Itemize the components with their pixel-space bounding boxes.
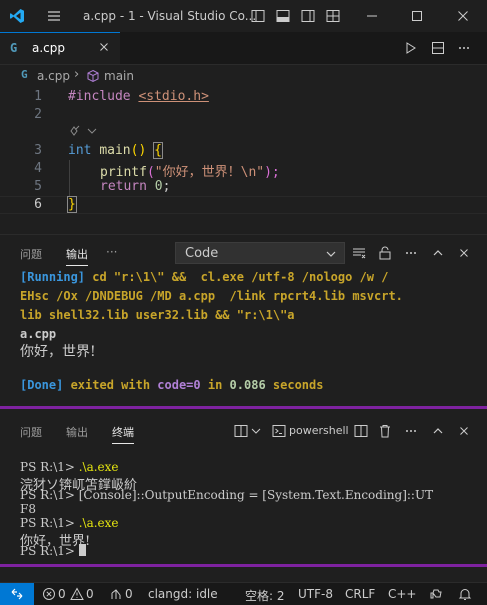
warning-count[interactable]: 0: [86, 587, 94, 601]
breadcrumb: G a.cpp › main: [0, 64, 487, 88]
cpp-file-icon: G: [10, 41, 18, 55]
terminal-line: PS R:\1> .\a.exe: [20, 460, 119, 474]
line-ending[interactable]: CRLF: [345, 587, 375, 601]
remote-indicator[interactable]: [0, 583, 34, 605]
tab-terminal[interactable]: 终端: [112, 424, 134, 444]
tab-output[interactable]: 输出: [66, 424, 88, 440]
tab-output[interactable]: 输出: [66, 246, 88, 266]
editor-tab-bar: G a.cpp: [0, 32, 487, 65]
line-number: 5: [34, 179, 42, 194]
notifications-bell-icon[interactable]: [458, 587, 472, 601]
customize-layout-icon[interactable]: [324, 7, 342, 25]
file-encoding[interactable]: UTF-8: [298, 587, 333, 601]
panel-sash-highlight[interactable]: [0, 406, 487, 409]
run-icon[interactable]: [402, 39, 420, 57]
output-line: [Running] cd "r:\1\" && cl.exe /utf-8 /n…: [20, 270, 389, 284]
terminal-content[interactable]: PS R:\1> .\a.exe 浣犲ソ锛屼笘鐣岋紒 PS R:\1> [Con…: [0, 460, 487, 565]
terminal-panel-header: 问题 输出 终端 powershell: [0, 418, 487, 444]
more-tabs-icon[interactable]: ···: [106, 245, 117, 259]
indent-guide: [69, 160, 70, 196]
chevron-down-icon: [324, 247, 338, 261]
copilot-sparkle-icon[interactable]: [68, 123, 102, 139]
output-line: EHsc /Ox /DNDEBUG /MD a.cpp /link rpcrt4…: [20, 289, 403, 303]
tab-label: a.cpp: [32, 41, 65, 55]
status-bar: 0 0 0 clangd: idle 空格: 2 UTF-8 CRLF C++: [0, 582, 487, 605]
close-panel-icon[interactable]: [455, 244, 473, 262]
code-editor[interactable]: 1 2 3 4 5 6 #include <stdio.h> int main(…: [0, 88, 487, 228]
tab-problems[interactable]: 问题: [20, 246, 42, 262]
indent-spaces[interactable]: 空格: 2: [245, 587, 285, 604]
line-number: 1: [34, 89, 42, 104]
close-panel-icon[interactable]: [455, 422, 473, 440]
terminal-line: F8: [20, 502, 36, 516]
line-number: 4: [34, 161, 42, 176]
cube-symbol-icon: [86, 69, 100, 83]
output-panel-header: 问题 输出 ··· Code: [0, 240, 487, 266]
code-line-3: int main() {: [68, 142, 163, 159]
split-pane-icon[interactable]: [352, 422, 370, 440]
split-editor-icon[interactable]: [429, 39, 447, 57]
terminal-line: PS R:\1>: [20, 544, 86, 558]
breadcrumb-file[interactable]: a.cpp: [37, 69, 70, 83]
maximize-panel-icon[interactable]: [429, 422, 447, 440]
code-line-5: return 0;: [100, 179, 171, 194]
warning-icon[interactable]: [70, 587, 84, 601]
chevron-right-icon: ›: [74, 67, 80, 82]
toggle-panel-icon[interactable]: [274, 7, 292, 25]
title-bar: a.cpp - 1 - Visual Studio Co...: [0, 0, 487, 32]
code-line-1: #include <stdio.h>: [68, 89, 209, 104]
more-actions-icon[interactable]: [455, 39, 473, 57]
language-mode[interactable]: C++: [388, 587, 417, 601]
ports-icon[interactable]: [109, 587, 123, 601]
select-value: Code: [185, 246, 219, 261]
terminal-line: PS R:\1> .\a.exe: [20, 516, 119, 530]
output-line: a.cpp: [20, 327, 57, 341]
feedback-icon[interactable]: [429, 587, 443, 601]
code-line-4: printf("你好，世界！\n");: [100, 165, 280, 180]
vscode-logo-icon[interactable]: [8, 7, 26, 25]
output-content[interactable]: [Running] cd "r:\1\" && cl.exe /utf-8 /n…: [0, 268, 487, 406]
ports-count[interactable]: 0: [125, 587, 133, 601]
tab-a-cpp[interactable]: G a.cpp: [0, 32, 120, 64]
output-line: 你好，世界!: [20, 344, 96, 360]
terminal-icon: [270, 422, 288, 440]
more-actions-icon[interactable]: [402, 422, 420, 440]
chevron-down-icon[interactable]: [247, 422, 265, 440]
window-title: a.cpp - 1 - Visual Studio Co...: [83, 9, 257, 23]
line-number: 2: [34, 107, 42, 122]
output-channel-select[interactable]: Code: [175, 242, 345, 264]
breadcrumb-symbol[interactable]: main: [104, 69, 134, 83]
output-line: lib shell32.lib user32.lib && "r:\1\"a: [20, 308, 295, 322]
minimize-icon[interactable]: [363, 7, 381, 25]
cpp-file-icon: G: [21, 68, 28, 81]
close-icon[interactable]: [454, 7, 472, 25]
menu-icon[interactable]: [45, 7, 63, 25]
shell-label[interactable]: powershell: [289, 424, 349, 437]
code-line-6: }: [67, 196, 77, 213]
filter-list-icon[interactable]: [350, 244, 368, 262]
terminal-line: PS R:\1> [Console]::OutputEncoding = [Sy…: [20, 488, 434, 502]
tab-close-icon[interactable]: [96, 39, 112, 55]
line-number: 3: [34, 143, 42, 158]
toggle-auxiliary-bar-icon[interactable]: [299, 7, 317, 25]
error-count[interactable]: 0: [58, 587, 66, 601]
error-icon[interactable]: [42, 587, 56, 601]
more-actions-icon[interactable]: [402, 244, 420, 262]
terminal-cursor: [78, 544, 86, 556]
output-line: [Done] exited with code=0 in 0.086 secon…: [20, 378, 324, 392]
maximize-icon[interactable]: [408, 7, 426, 25]
panel-sash-highlight[interactable]: [0, 564, 487, 567]
trash-icon[interactable]: [376, 422, 394, 440]
clangd-status[interactable]: clangd: idle: [148, 587, 218, 601]
lock-scroll-icon[interactable]: [376, 244, 394, 262]
toggle-sidebar-icon[interactable]: [249, 7, 267, 25]
panel-divider: [0, 234, 487, 235]
maximize-panel-icon[interactable]: [429, 244, 447, 262]
tab-problems[interactable]: 问题: [20, 424, 42, 440]
